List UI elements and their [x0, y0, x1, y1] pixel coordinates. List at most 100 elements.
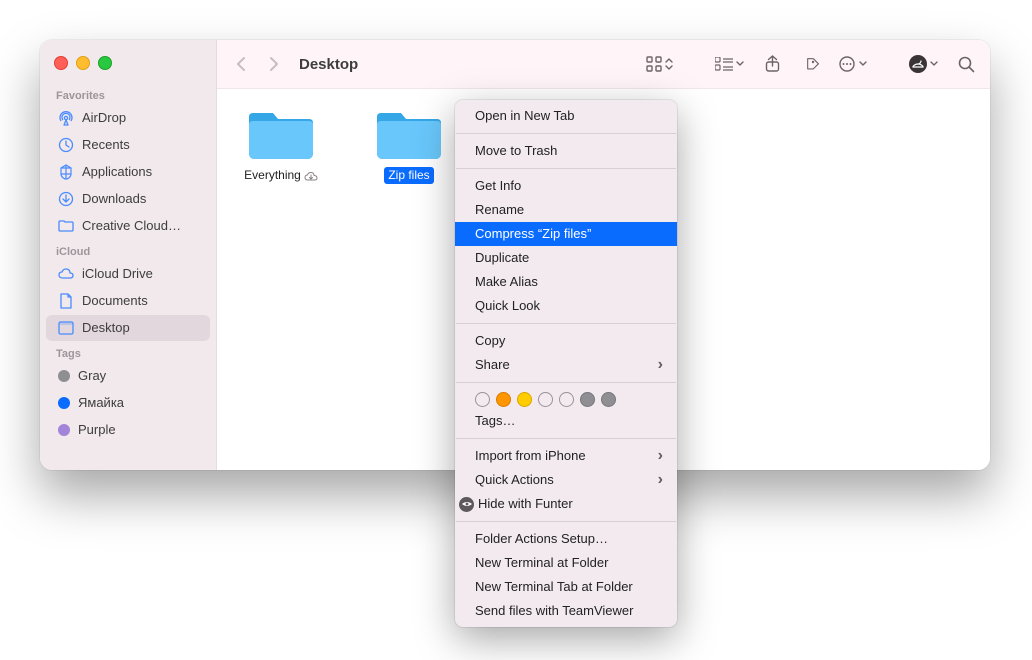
menu-item-label: Compress “Zip files”: [475, 225, 663, 243]
menu-item-label: Quick Actions: [475, 471, 658, 489]
sidebar-item-tag-jamaica[interactable]: Ямайка: [46, 390, 210, 416]
menu-separator: [456, 521, 676, 522]
menu-item[interactable]: Compress “Zip files”: [455, 222, 677, 246]
menu-item-label: Get Info: [475, 177, 663, 195]
sidebar-item-label: Downloads: [82, 190, 198, 208]
sidebar-item-airdrop[interactable]: AirDrop: [46, 105, 210, 131]
menu-item-label: Rename: [475, 201, 663, 219]
menu-item[interactable]: Hide with Funter: [455, 492, 677, 516]
menu-tag-colors: [455, 388, 677, 409]
menu-separator: [456, 168, 676, 169]
sidebar-item-tag-purple[interactable]: Purple: [46, 417, 210, 443]
tag-color-dot[interactable]: [559, 392, 574, 407]
sidebar-item-desktop[interactable]: Desktop: [46, 315, 210, 341]
cloud-download-icon: [304, 170, 318, 182]
tags-button[interactable]: [796, 51, 824, 77]
sidebar-section-label: Favorites: [40, 84, 216, 104]
sidebar-item-label: Gray: [78, 367, 198, 385]
tag-dot-icon: [58, 424, 70, 436]
menu-item[interactable]: Share›: [455, 353, 677, 377]
apps-icon: [58, 164, 74, 180]
menu-item[interactable]: Send files with TeamViewer: [455, 599, 677, 623]
sidebar-item-creativecloud[interactable]: Creative Cloud…: [46, 213, 210, 239]
sidebar-item-applications[interactable]: Applications: [46, 159, 210, 185]
menu-item-label: Open in New Tab: [475, 107, 663, 125]
cloud-icon: [58, 266, 74, 282]
sidebar-section-label: Tags: [40, 342, 216, 362]
sidebar-item-label: Desktop: [82, 319, 198, 337]
menu-item[interactable]: Folder Actions Setup…: [455, 527, 677, 551]
sidebar-item-label: Recents: [82, 136, 198, 154]
menu-item-label: Make Alias: [475, 273, 663, 291]
menu-item-label: New Terminal at Folder: [475, 554, 663, 572]
menu-item-label: Share: [475, 356, 658, 374]
menu-item[interactable]: New Terminal at Folder: [455, 551, 677, 575]
menu-item-label: New Terminal Tab at Folder: [475, 578, 663, 596]
back-button[interactable]: [227, 51, 255, 77]
funter-icon: [459, 497, 474, 512]
group-button[interactable]: [711, 51, 748, 77]
sidebar-item-label: Applications: [82, 163, 198, 181]
menu-item-label: Quick Look: [475, 297, 663, 315]
sidebar-item-iclouddrive[interactable]: iCloud Drive: [46, 261, 210, 287]
file-item[interactable]: Zip files: [361, 105, 457, 184]
location-title: Desktop: [299, 56, 358, 73]
download-icon: [58, 191, 74, 207]
menu-item[interactable]: Quick Actions›: [455, 468, 677, 492]
sidebar-item-label: Ямайка: [78, 394, 198, 412]
tag-color-dot[interactable]: [538, 392, 553, 407]
menu-item-tags[interactable]: Tags…: [455, 409, 677, 433]
menu-separator: [456, 438, 676, 439]
menu-separator: [456, 133, 676, 134]
folder-icon: [373, 105, 445, 163]
clock-icon: [58, 137, 74, 153]
submenu-arrow-icon: ›: [658, 356, 663, 374]
sidebar-item-label: AirDrop: [82, 109, 198, 127]
menu-item[interactable]: Quick Look: [455, 294, 677, 318]
menu-item[interactable]: Import from iPhone›: [455, 444, 677, 468]
menu-item-label: Duplicate: [475, 249, 663, 267]
menu-item-label: Tags…: [475, 412, 663, 430]
menu-item-label: Send files with TeamViewer: [475, 602, 663, 620]
menu-separator: [456, 323, 676, 324]
zoom-window-button[interactable]: [98, 56, 112, 70]
menu-item[interactable]: Move to Trash: [455, 139, 677, 163]
action-button[interactable]: [834, 51, 871, 77]
menu-item[interactable]: Make Alias: [455, 270, 677, 294]
menu-item[interactable]: Get Info: [455, 174, 677, 198]
menu-item[interactable]: Rename: [455, 198, 677, 222]
folder-icon: [58, 218, 74, 234]
doc-icon: [58, 293, 74, 309]
view-icons-button[interactable]: [642, 51, 677, 77]
file-label: Everything: [240, 167, 322, 184]
sidebar-item-documents[interactable]: Documents: [46, 288, 210, 314]
file-item[interactable]: Everything: [233, 105, 329, 184]
minimize-window-button[interactable]: [76, 56, 90, 70]
sidebar: Favorites AirDrop Recents Applications Downl…: [40, 40, 217, 470]
sidebar-item-recents[interactable]: Recents: [46, 132, 210, 158]
tag-color-dot[interactable]: [475, 392, 490, 407]
share-button[interactable]: [758, 51, 786, 77]
airdrop-icon: [58, 110, 74, 126]
tag-color-dot[interactable]: [601, 392, 616, 407]
menu-item[interactable]: Copy: [455, 329, 677, 353]
forward-button[interactable]: [259, 51, 287, 77]
tag-color-dot[interactable]: [517, 392, 532, 407]
tag-dot-icon: [58, 370, 70, 382]
sidebar-item-tag-gray[interactable]: Gray: [46, 363, 210, 389]
menu-item[interactable]: New Terminal Tab at Folder: [455, 575, 677, 599]
menu-separator: [456, 382, 676, 383]
sidebar-item-downloads[interactable]: Downloads: [46, 186, 210, 212]
sidebar-item-label: iCloud Drive: [82, 265, 198, 283]
menu-item[interactable]: Open in New Tab: [455, 104, 677, 128]
close-window-button[interactable]: [54, 56, 68, 70]
tag-color-dot[interactable]: [496, 392, 511, 407]
cleanmymac-button[interactable]: [905, 51, 942, 77]
tag-color-dot[interactable]: [580, 392, 595, 407]
toolbar: Desktop: [217, 40, 990, 89]
menu-item[interactable]: Duplicate: [455, 246, 677, 270]
window-controls: [40, 52, 216, 84]
file-label: Zip files: [384, 167, 433, 184]
menu-item-label: Move to Trash: [475, 142, 663, 160]
search-button[interactable]: [952, 51, 980, 77]
